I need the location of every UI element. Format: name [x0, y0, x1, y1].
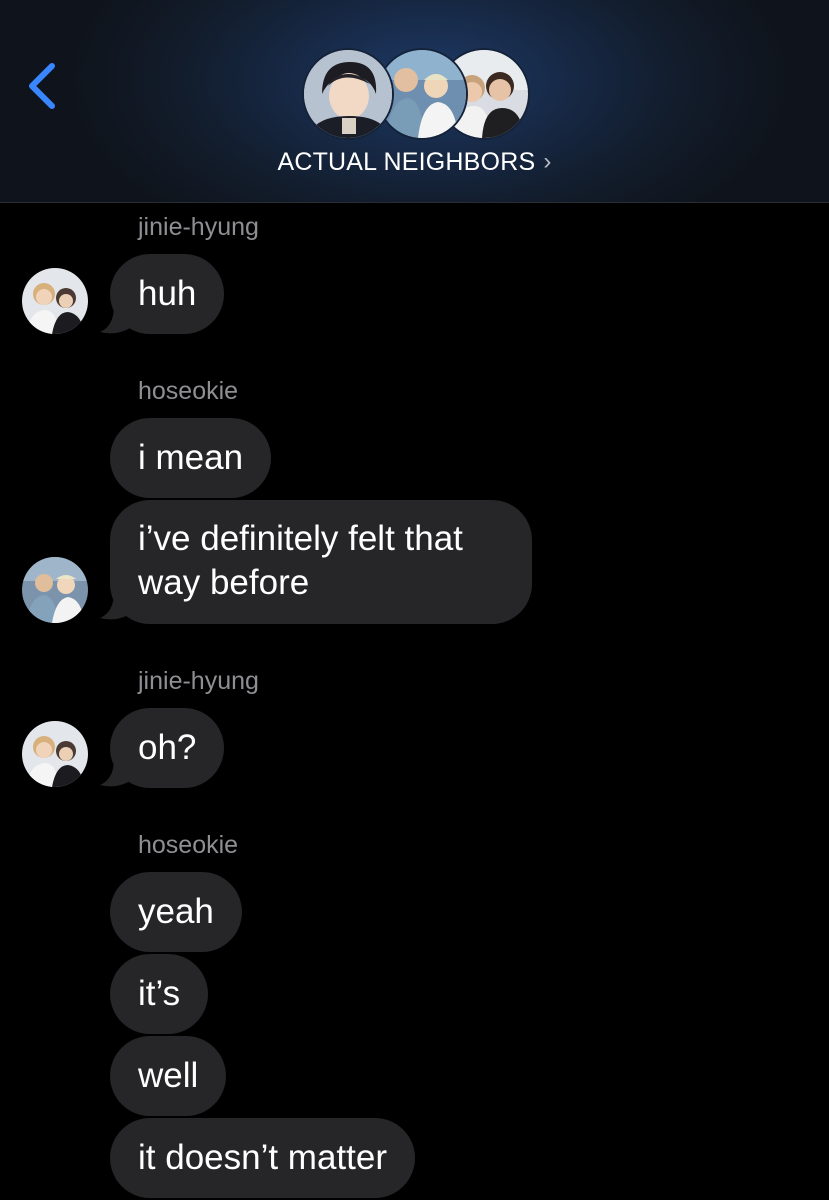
- message-text: it doesn’t matter: [138, 1138, 387, 1177]
- back-button[interactable]: [22, 58, 66, 114]
- sender-label: jinie-hyung: [138, 213, 259, 241]
- message-text: i mean: [138, 438, 244, 477]
- message-bubble[interactable]: huh: [110, 254, 225, 334]
- message-bubble[interactable]: i’ve definitely felt that way before: [110, 500, 532, 624]
- group-name-button[interactable]: ACTUAL NEIGHBORS ›: [0, 148, 829, 177]
- sender-label: hoseokie: [138, 377, 239, 405]
- avatar-jinie[interactable]: [22, 268, 88, 334]
- avatar-jinie[interactable]: [22, 721, 88, 787]
- message-text: it’s: [138, 974, 181, 1013]
- message-text: oh?: [138, 728, 197, 767]
- group-name: ACTUAL NEIGHBORS: [277, 148, 536, 176]
- message-bubble[interactable]: it doesn’t matter: [110, 1118, 415, 1198]
- sender-label: jinie-hyung: [138, 667, 259, 695]
- conversation-header: ACTUAL NEIGHBORS ›: [0, 0, 829, 203]
- chevron-left-icon: [29, 63, 55, 109]
- message-text: i’ve definitely felt that way before: [138, 519, 463, 602]
- message-bubble[interactable]: oh?: [110, 708, 225, 788]
- chevron-right-icon: ›: [543, 148, 552, 175]
- message-bubble[interactable]: i mean: [110, 418, 272, 498]
- avatar-hoseok[interactable]: [22, 557, 88, 623]
- group-avatar-1: [304, 50, 392, 138]
- message-text: huh: [138, 274, 197, 313]
- message-bubble[interactable]: well: [110, 1036, 227, 1116]
- message-text: yeah: [138, 892, 214, 931]
- sender-label: hoseokie: [138, 831, 239, 859]
- group-avatars[interactable]: [304, 50, 528, 140]
- message-bubble[interactable]: it’s: [110, 954, 209, 1034]
- message-bubble[interactable]: yeah: [110, 872, 242, 952]
- message-text: well: [138, 1056, 199, 1095]
